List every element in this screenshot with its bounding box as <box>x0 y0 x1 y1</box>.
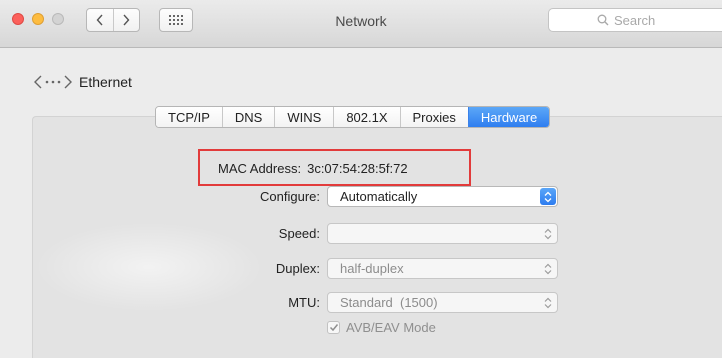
mac-address-value: 3c:07:54:28:5f:72 <box>307 161 408 176</box>
tab-tcpip[interactable]: TCP/IP <box>156 107 222 127</box>
speed-select[interactable] <box>327 223 558 244</box>
search-icon <box>597 14 609 26</box>
tab-dns[interactable]: DNS <box>221 107 275 127</box>
select-arrows-icon <box>540 188 556 205</box>
back-forward-control <box>86 8 140 32</box>
back-button[interactable] <box>87 9 113 31</box>
ethernet-icon <box>34 75 72 89</box>
breadcrumb-label: Ethernet <box>79 74 132 90</box>
mac-address-label: MAC Address: <box>218 161 302 176</box>
tab-hardware[interactable]: Hardware <box>467 107 550 127</box>
speed-label: Speed: <box>278 226 320 241</box>
select-arrows-icon <box>542 227 553 240</box>
select-arrows-icon <box>542 262 553 275</box>
tab-wins[interactable]: WINS <box>274 107 334 127</box>
show-all-button[interactable] <box>159 8 193 32</box>
close-window-button[interactable] <box>12 13 24 25</box>
search-field[interactable]: Search <box>548 8 722 32</box>
window-title: Network <box>335 13 387 29</box>
forward-button[interactable] <box>112 9 140 31</box>
mtu-label: MTU: <box>288 295 320 310</box>
title-bar: Network Search <box>0 0 722 48</box>
mac-address-row: MAC Address: 3c:07:54:28:5f:72 <box>218 161 408 176</box>
duplex-value: half-duplex <box>340 261 404 276</box>
avb-eav-mode-label: AVB/EAV Mode <box>346 320 436 335</box>
checkbox-box[interactable] <box>327 321 340 334</box>
select-arrows-icon <box>542 296 553 309</box>
chevron-right-icon <box>123 14 130 26</box>
tab-proxies[interactable]: Proxies <box>399 107 468 127</box>
chevron-left-icon <box>96 14 103 26</box>
mtu-value: Standard (1500) <box>340 295 438 310</box>
duplex-label: Duplex: <box>275 261 320 276</box>
ethernet-breadcrumb: Ethernet <box>33 74 132 90</box>
tab-bar: TCP/IP DNS WINS 802.1X Proxies Hardware <box>155 106 551 128</box>
duplex-select[interactable]: half-duplex <box>327 258 558 279</box>
search-placeholder: Search <box>614 12 656 28</box>
tab-8021x[interactable]: 802.1X <box>333 107 400 127</box>
grid-icon <box>169 15 183 25</box>
avb-eav-mode-checkbox[interactable]: AVB/EAV Mode <box>327 320 436 335</box>
mtu-select[interactable]: Standard (1500) <box>327 292 558 313</box>
checkmark-icon <box>329 324 338 332</box>
minimize-window-button[interactable] <box>32 13 44 25</box>
configure-value: Automatically <box>340 189 418 204</box>
zoom-window-button[interactable] <box>52 13 64 25</box>
configure-label: Configure: <box>260 189 320 204</box>
configure-select[interactable]: Automatically <box>327 186 558 207</box>
